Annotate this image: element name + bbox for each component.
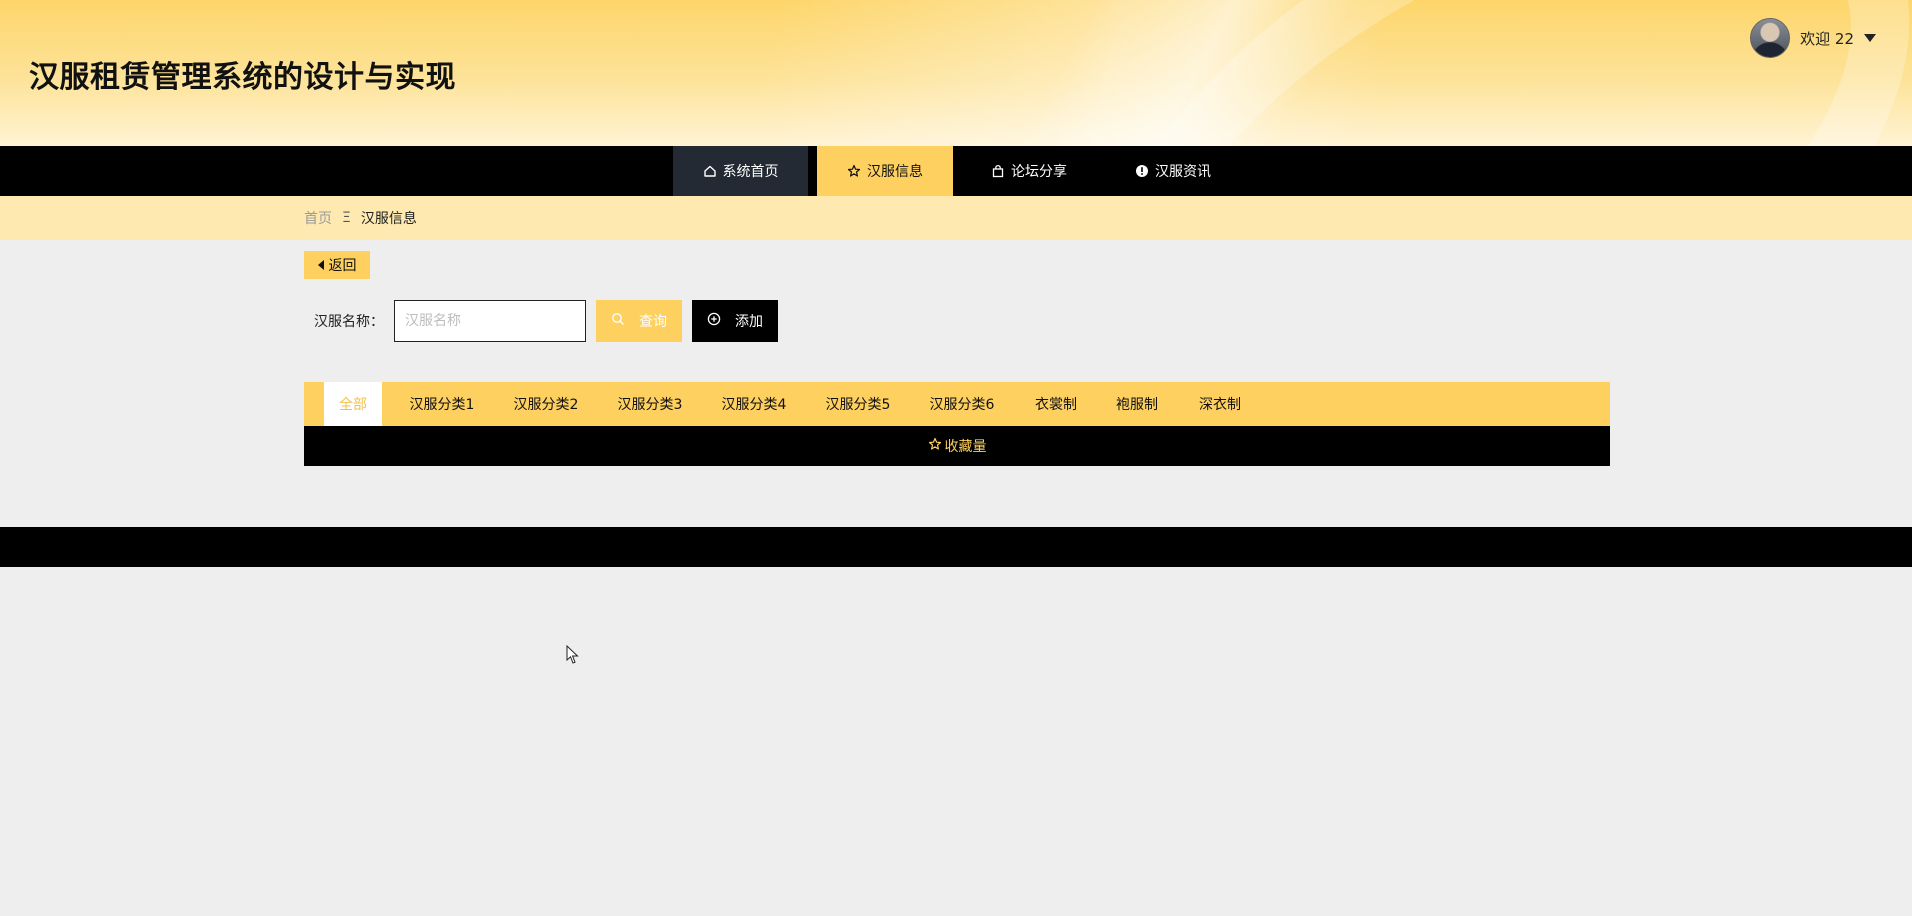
nav-item-hanfu-info[interactable]: 汉服信息 [817, 146, 953, 196]
avatar[interactable] [1750, 18, 1791, 58]
caret-left-icon [317, 260, 324, 270]
sort-by-favorites[interactable]: 收藏量 [928, 436, 987, 456]
tab-paofu[interactable]: 袍服制 [1105, 382, 1169, 426]
add-button-label: 添加 [735, 314, 763, 330]
breadcrumb: 首页 Ξ 汉服信息 [304, 196, 417, 240]
tab-category-3[interactable]: 汉服分类3 [604, 382, 696, 426]
sort-bar: 收藏量 [304, 426, 1610, 466]
add-button[interactable]: 添加 [692, 300, 778, 342]
tab-category-1[interactable]: 汉服分类1 [396, 382, 488, 426]
tab-category-2[interactable]: 汉服分类2 [500, 382, 592, 426]
nav-item-label: 论坛分享 [1011, 164, 1067, 180]
main-nav: 系统首页 汉服信息 论坛分享 汉服资讯 [0, 146, 1912, 196]
query-button-label: 查询 [639, 314, 667, 330]
query-button[interactable]: 查询 [596, 300, 682, 342]
breadcrumb-current: 汉服信息 [360, 211, 417, 227]
back-button[interactable]: 返回 [304, 251, 370, 279]
sort-label: 收藏量 [944, 439, 987, 455]
info-circle-icon [1135, 164, 1149, 178]
tab-category-5[interactable]: 汉服分类5 [812, 382, 904, 426]
nav-item-forum[interactable]: 论坛分享 [953, 146, 1105, 196]
user-menu[interactable]: 欢迎 22 [1750, 18, 1876, 58]
site-title: 汉服租赁管理系统的设计与实现 [29, 60, 456, 95]
caret-down-icon[interactable] [1864, 34, 1876, 42]
star-icon [928, 437, 942, 455]
tab-shenyi[interactable]: 深衣制 [1188, 382, 1252, 426]
breadcrumb-home[interactable]: 首页 [304, 208, 332, 228]
home-icon [703, 164, 717, 178]
mouse-cursor-icon [566, 644, 580, 665]
bag-icon [991, 164, 1005, 178]
breadcrumb-separator: Ξ [342, 210, 351, 226]
header-banner: 汉服租赁管理系统的设计与实现 欢迎 22 [0, 0, 1912, 146]
nav-item-label: 系统首页 [722, 164, 779, 180]
tab-yishang[interactable]: 衣裳制 [1024, 382, 1088, 426]
breadcrumb-bar: 首页 Ξ 汉服信息 [0, 196, 1912, 240]
nav-item-home[interactable]: 系统首页 [673, 146, 808, 196]
footer [0, 527, 1912, 567]
search-label: 汉服名称： [314, 314, 384, 330]
search-input[interactable] [394, 300, 586, 342]
tab-category-6[interactable]: 汉服分类6 [916, 382, 1008, 426]
nav-item-label: 汉服资讯 [1155, 164, 1211, 180]
plus-circle-icon [707, 312, 721, 330]
tab-all[interactable]: 全部 [324, 382, 382, 426]
category-tabs: 全部 汉服分类1 汉服分类2 汉服分类3 汉服分类4 汉服分类5 汉服分类6 衣… [304, 382, 1610, 426]
welcome-text[interactable]: 欢迎 22 [1800, 28, 1854, 49]
search-icon [611, 312, 625, 330]
star-icon [847, 164, 861, 178]
back-button-label: 返回 [328, 258, 357, 274]
nav-item-label: 汉服信息 [867, 164, 923, 180]
tab-category-4[interactable]: 汉服分类4 [708, 382, 800, 426]
nav-item-news[interactable]: 汉服资讯 [1105, 146, 1241, 196]
